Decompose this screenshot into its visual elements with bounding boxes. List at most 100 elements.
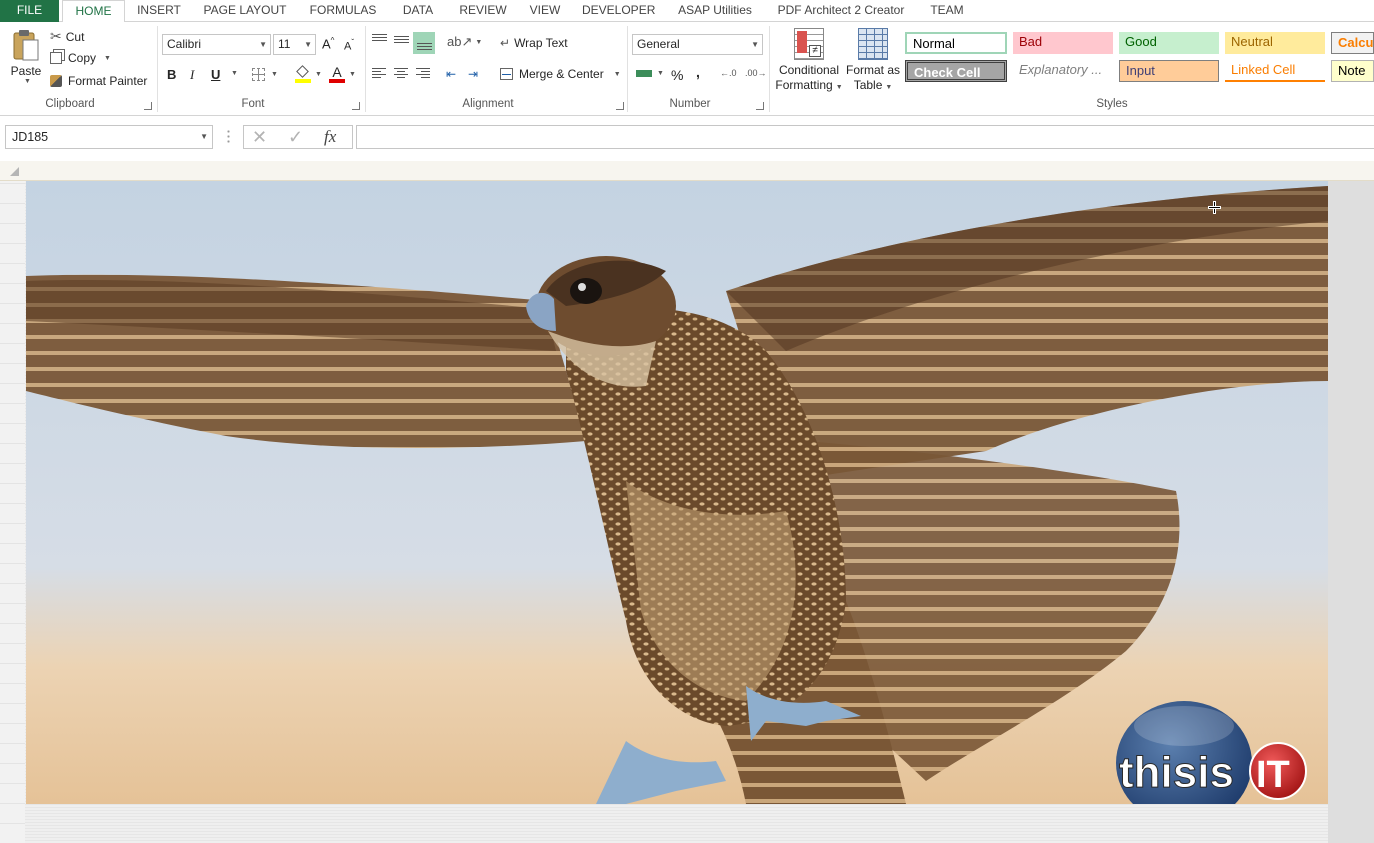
paste-button[interactable]: Paste ▼ [8,28,44,85]
format-as-table-label-2: Table ▼ [853,78,893,92]
fill-color-button[interactable]: ▼ [295,65,322,83]
comma-style-button[interactable]: , [696,64,700,80]
name-box-value: JD185 [12,130,49,144]
style-normal[interactable]: Normal [905,32,1007,54]
percent-style-button[interactable]: % [671,67,683,83]
fill-bucket-icon [295,65,311,83]
accounting-format-button[interactable]: ▼ [636,67,664,80]
format-as-table-label-1: Format as [845,63,900,77]
align-center-icon [394,68,408,79]
tab-file[interactable]: FILE [0,0,59,22]
align-left-button[interactable] [372,68,386,79]
underline-button[interactable]: U [211,67,220,82]
align-center-button[interactable] [394,68,408,79]
logo-text-thisis: thisis [1119,748,1234,797]
style-bad[interactable]: Bad [1013,32,1113,54]
font-size-select[interactable]: 11 ▼ [273,34,316,55]
style-input[interactable]: Input [1119,60,1219,82]
ribbon-tabs: FILE HOME INSERT PAGE LAYOUT FORMULAS DA… [0,0,1374,23]
chevron-down-icon: ▼ [657,70,664,77]
divider [157,26,158,112]
tab-data[interactable]: DATA [396,0,440,22]
worksheet: thisis IT [0,161,1374,843]
cut-button[interactable]: ✂ Cut [50,28,84,45]
name-box[interactable]: JD185 ▼ [5,125,213,149]
grow-font-button[interactable]: A^ [322,36,334,51]
wrap-text-icon: ↵ [500,36,511,50]
increase-indent-button[interactable]: ⇥ [468,67,478,81]
row-headers [0,181,25,843]
tab-developer[interactable]: DEVELOPER [582,0,655,22]
tab-home[interactable]: HOME [62,0,125,23]
increase-indent-icon: ⇥ [468,67,479,81]
merge-center-button[interactable]: Merge & Center ▼ [500,67,621,81]
format-painter-button[interactable]: Format Painter [50,74,147,88]
decrease-decimal-button[interactable]: .00→ [745,68,767,78]
style-check-cell[interactable]: Check Cell [905,60,1007,82]
increase-decimal-button[interactable]: ←.0 [720,68,737,78]
format-as-table-icon [858,28,888,60]
ribbon-home: Paste ▼ ✂ Cut Copy ▼ Format Painter Clip… [0,22,1374,116]
tab-formulas[interactable]: FORMULAS [307,0,379,22]
clipboard-launcher[interactable]: . [144,102,152,110]
style-good[interactable]: Good [1119,32,1219,54]
move-cursor-icon [1208,201,1221,214]
style-neutral[interactable]: Neutral [1225,32,1325,54]
underline-dropdown[interactable]: ▼ [228,70,238,77]
align-middle-button[interactable] [394,34,409,46]
formula-bar-grip[interactable] [227,129,230,143]
tab-pdf-architect[interactable]: PDF Architect 2 Creator [774,0,908,22]
select-all-corner[interactable] [10,167,19,176]
falcon-picture[interactable]: thisis IT [26,181,1328,804]
align-bottom-icon [416,43,432,51]
number-group-label: Number [669,98,711,110]
align-top-button[interactable] [372,34,387,46]
font-color-button[interactable]: A ▼ [329,65,356,83]
orientation-button[interactable]: ab↗ ▼ [447,34,482,50]
number-format-select[interactable]: General ▼ [632,34,763,55]
decrease-indent-button[interactable]: ⇤ [446,67,456,81]
italic-button[interactable]: I [190,67,194,83]
bold-button[interactable]: B [167,67,176,82]
enter-icon[interactable]: ✓ [288,127,303,148]
paste-dropdown-arrow: ▼ [24,78,31,85]
wrap-text-button[interactable]: ↵ Wrap Text [500,36,568,50]
format-as-table-button[interactable]: Format as Table ▼ [845,28,901,95]
copy-dropdown-arrow[interactable]: ▼ [104,55,111,62]
font-name-value: Calibri [167,37,202,51]
tab-asap-utilities[interactable]: ASAP Utilities [672,0,758,22]
grid-right-strip [1328,181,1374,843]
align-bottom-button[interactable] [413,32,435,54]
align-right-button[interactable] [416,68,430,79]
orientation-icon: ab↗ [447,34,473,49]
number-launcher[interactable]: . [756,102,764,110]
insert-function-button[interactable]: fx [324,127,336,147]
paste-icon [13,30,39,61]
alignment-launcher[interactable]: . [616,102,624,110]
borders-button[interactable]: ▼ [252,68,278,81]
clipboard-group-label: Clipboard [45,98,95,110]
shrink-font-button[interactable]: Aˇ [344,38,354,53]
style-calculation[interactable]: Calcula [1331,32,1374,54]
style-linked-cell[interactable]: Linked Cell [1225,60,1325,82]
style-note[interactable]: Note [1331,60,1374,82]
font-name-select[interactable]: Calibri ▼ [162,34,271,55]
merge-icon [500,68,513,80]
logo-text-it: IT [1256,754,1290,796]
style-explanatory[interactable]: Explanatory ... [1013,60,1113,82]
cut-label: Cut [65,29,85,44]
copy-button[interactable]: Copy ▼ [50,51,111,65]
conditional-formatting-label-1: Conditional [778,63,840,77]
chevron-down-icon: ▼ [349,71,356,78]
tab-review[interactable]: REVIEW [457,0,509,22]
tab-insert[interactable]: INSERT [133,0,185,22]
currency-icon [636,67,652,80]
tab-team[interactable]: TEAM [924,0,970,22]
cancel-icon[interactable]: ✕ [252,127,267,148]
tab-page-layout[interactable]: PAGE LAYOUT [199,0,291,22]
tab-view[interactable]: VIEW [525,0,565,22]
conditional-formatting-button[interactable]: ≠ Conditional Formatting ▼ [775,28,843,95]
formula-input[interactable] [356,125,1374,149]
font-launcher[interactable]: . [352,102,360,110]
grow-font-icon: A^ [322,36,335,52]
